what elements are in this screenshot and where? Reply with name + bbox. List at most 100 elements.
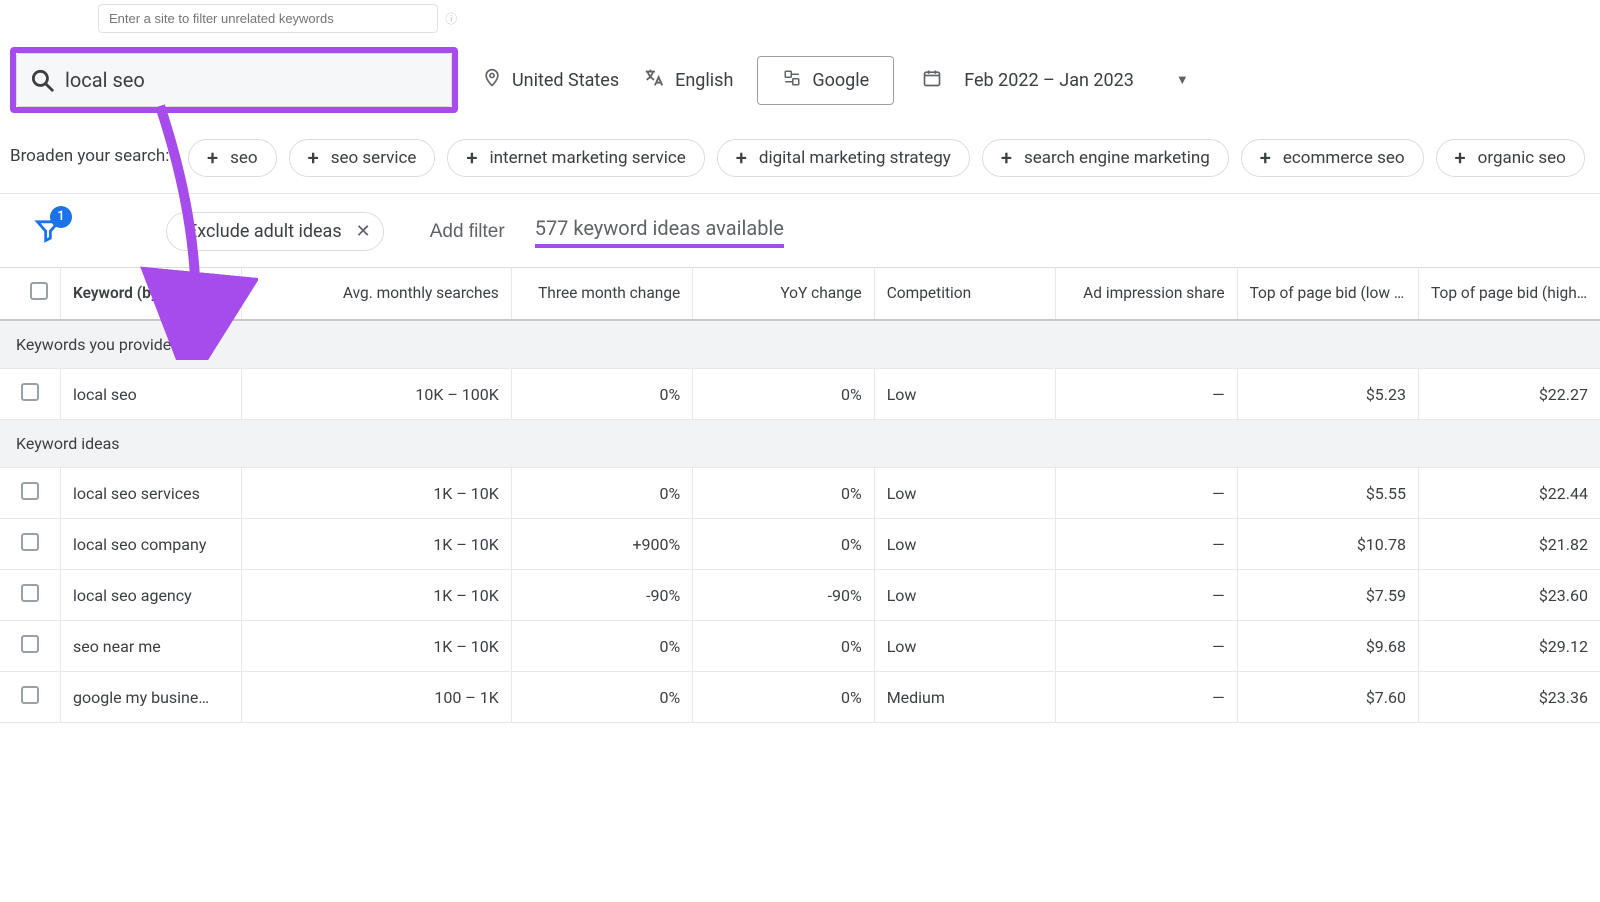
cell-three-month: +900% bbox=[511, 519, 692, 570]
site-filter-input[interactable] bbox=[98, 4, 438, 33]
pill-label: organic seo bbox=[1478, 148, 1566, 168]
plus-icon: + bbox=[466, 148, 477, 168]
cell-bid-high: $22.27 bbox=[1419, 369, 1600, 420]
cell-competition: Low bbox=[874, 369, 1055, 420]
cell-three-month: 0% bbox=[511, 468, 692, 519]
cell-bid-low: $7.60 bbox=[1237, 672, 1418, 723]
col-impression-share[interactable]: Ad impression share bbox=[1056, 268, 1237, 321]
cell-yoy: 0% bbox=[693, 369, 874, 420]
cell-three-month: -90% bbox=[511, 570, 692, 621]
broaden-pill[interactable]: + digital marketing strategy bbox=[717, 139, 970, 177]
pill-label: ecommerce seo bbox=[1283, 148, 1405, 168]
language-value: English bbox=[675, 70, 733, 91]
language-selector[interactable]: English bbox=[643, 67, 733, 94]
broaden-pill[interactable]: + seo bbox=[188, 139, 277, 177]
broaden-label: Broaden your search: bbox=[10, 139, 170, 168]
plus-icon: + bbox=[1001, 148, 1012, 168]
cell-bid-low: $5.55 bbox=[1237, 468, 1418, 519]
plus-icon: + bbox=[1455, 148, 1466, 168]
row-checkbox[interactable] bbox=[21, 584, 39, 602]
keyword-search-input[interactable]: local seo bbox=[16, 53, 452, 107]
col-competition[interactable]: Competition bbox=[874, 268, 1055, 321]
row-checkbox[interactable] bbox=[21, 635, 39, 653]
date-range-value: Feb 2022 – Jan 2023 bbox=[964, 70, 1134, 91]
location-value: United States bbox=[512, 70, 619, 91]
cell-yoy: 0% bbox=[693, 621, 874, 672]
search-icon bbox=[29, 67, 55, 93]
plus-icon: + bbox=[736, 148, 747, 168]
col-bid-low[interactable]: Top of page bid (low range) bbox=[1237, 268, 1418, 321]
col-avg-searches[interactable]: Avg. monthly searches bbox=[242, 268, 511, 321]
calendar-icon bbox=[922, 68, 942, 93]
top-controls-bar: local seo United States English Google F… bbox=[0, 39, 1600, 135]
network-selector[interactable]: Google bbox=[757, 56, 894, 105]
table-row[interactable]: local seo10K – 100K0%0%Low—$5.23$22.27 bbox=[0, 369, 1600, 420]
cell-avg: 1K – 10K bbox=[242, 519, 511, 570]
info-icon: ⓘ bbox=[445, 10, 457, 27]
col-bid-high[interactable]: Top of page bid (high range) bbox=[1419, 268, 1600, 321]
broaden-search-row: Broaden your search: + seo +seo service +in… bbox=[0, 135, 1600, 194]
broaden-pill[interactable]: +ecommerce seo bbox=[1241, 139, 1424, 177]
table-section-row: Keywords you provided bbox=[0, 320, 1600, 369]
cell-keyword: local seo agency bbox=[60, 570, 241, 621]
cell-bid-low: $10.78 bbox=[1237, 519, 1418, 570]
pill-label: digital marketing strategy bbox=[759, 148, 951, 168]
cell-bid-high: $23.36 bbox=[1419, 672, 1600, 723]
select-all-checkbox[interactable] bbox=[30, 282, 48, 300]
cell-avg: 1K – 10K bbox=[242, 468, 511, 519]
filter-button[interactable]: 1 bbox=[34, 216, 62, 248]
broaden-pill[interactable]: +seo service bbox=[289, 139, 436, 177]
table-row[interactable]: seo near me1K – 10K0%0%Low—$9.68$29.12 bbox=[0, 621, 1600, 672]
cell-impression: — bbox=[1056, 468, 1237, 519]
broaden-pill[interactable]: +internet marketing service bbox=[447, 139, 704, 177]
pill-label: seo bbox=[230, 148, 257, 168]
date-range-selector[interactable]: Feb 2022 – Jan 2023 ▼ bbox=[918, 68, 1189, 93]
cell-bid-low: $9.68 bbox=[1237, 621, 1418, 672]
row-checkbox[interactable] bbox=[21, 533, 39, 551]
cell-competition: Low bbox=[874, 621, 1055, 672]
cell-keyword: local seo company bbox=[60, 519, 241, 570]
filter-count-badge: 1 bbox=[50, 206, 72, 228]
table-row[interactable]: local seo company1K – 10K+900%0%Low—$10.… bbox=[0, 519, 1600, 570]
cell-impression: — bbox=[1056, 519, 1237, 570]
cell-yoy: 0% bbox=[693, 672, 874, 723]
row-checkbox[interactable] bbox=[21, 482, 39, 500]
cell-competition: Low bbox=[874, 468, 1055, 519]
cell-three-month: 0% bbox=[511, 672, 692, 723]
col-keyword[interactable]: Keyword (by relevance) bbox=[60, 268, 241, 321]
cell-bid-high: $22.44 bbox=[1419, 468, 1600, 519]
site-filter-row: ⓘ bbox=[0, 0, 1600, 39]
filter-chip-exclude-adult[interactable]: Exclude adult ideas ✕ bbox=[166, 212, 384, 251]
cell-yoy: 0% bbox=[693, 468, 874, 519]
cell-bid-high: $29.12 bbox=[1419, 621, 1600, 672]
keyword-ideas-count: 577 keyword ideas available bbox=[535, 216, 784, 248]
broaden-pill-container: + seo +seo service +internet marketing serv… bbox=[188, 139, 1585, 177]
location-selector[interactable]: United States bbox=[482, 67, 619, 94]
cell-bid-high: $21.82 bbox=[1419, 519, 1600, 570]
col-three-month[interactable]: Three month change bbox=[511, 268, 692, 321]
cell-impression: — bbox=[1056, 621, 1237, 672]
table-row[interactable]: local seo agency1K – 10K-90%-90%Low—$7.5… bbox=[0, 570, 1600, 621]
table-row[interactable]: local seo services1K – 10K0%0%Low—$5.55$… bbox=[0, 468, 1600, 519]
network-value: Google bbox=[812, 70, 869, 91]
row-checkbox[interactable] bbox=[21, 383, 39, 401]
cell-bid-high: $23.60 bbox=[1419, 570, 1600, 621]
close-icon[interactable]: ✕ bbox=[356, 221, 371, 242]
keyword-ideas-table: Keyword (by relevance) Avg. monthly sear… bbox=[0, 267, 1600, 723]
row-checkbox[interactable] bbox=[21, 686, 39, 704]
cell-competition: Medium bbox=[874, 672, 1055, 723]
table-row[interactable]: google my busine…100 – 1K0%0%Medium—$7.6… bbox=[0, 672, 1600, 723]
col-yoy[interactable]: YoY change bbox=[693, 268, 874, 321]
broaden-pill[interactable]: + organic seo bbox=[1436, 139, 1585, 177]
add-filter-button[interactable]: Add filter bbox=[430, 221, 505, 243]
cell-impression: — bbox=[1056, 570, 1237, 621]
search-highlight-box: local seo bbox=[10, 47, 458, 113]
cell-yoy: 0% bbox=[693, 519, 874, 570]
cell-avg: 10K – 100K bbox=[242, 369, 511, 420]
cell-keyword: seo near me bbox=[60, 621, 241, 672]
broaden-pill[interactable]: +search engine marketing bbox=[982, 139, 1229, 177]
cell-impression: — bbox=[1056, 369, 1237, 420]
cell-keyword: local seo services bbox=[60, 468, 241, 519]
chevron-down-icon: ▼ bbox=[1176, 72, 1189, 88]
plus-icon: + bbox=[207, 148, 218, 168]
